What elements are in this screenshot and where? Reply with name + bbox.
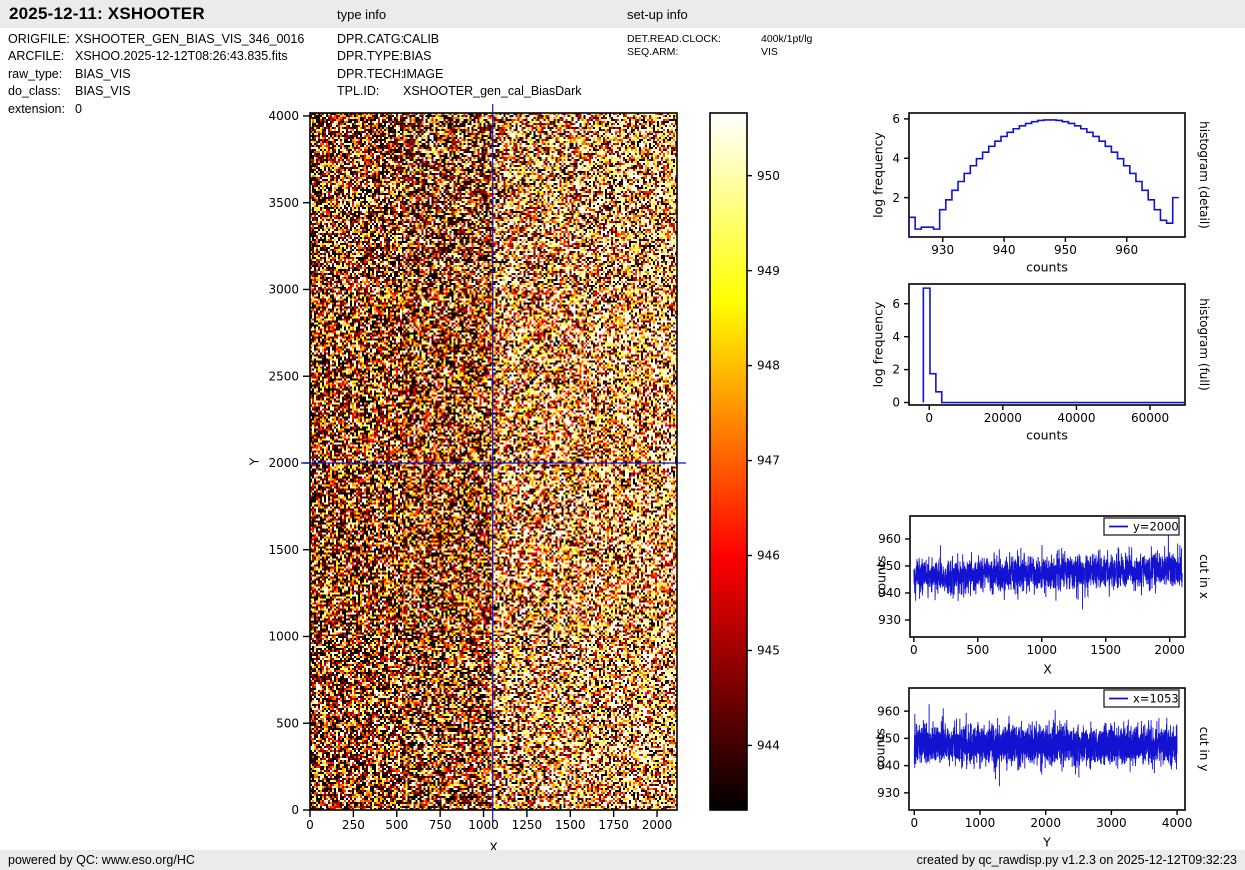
info-value: BIAS_VIS <box>75 84 131 99</box>
info-value: BIAS <box>403 49 432 64</box>
info-value: XSHOOTER_gen_cal_BiasDark <box>403 84 582 99</box>
info-row: SEQ.ARM: VIS <box>627 46 812 59</box>
info-label: DPR.TECH: <box>337 66 405 81</box>
info-value: IMAGE <box>403 66 444 81</box>
info-label: DPR.TYPE: <box>337 49 403 64</box>
info-row: ORIGFILE: XSHOOTER_GEN_BIAS_VIS_346_0016 <box>8 31 304 48</box>
info-label: do_class: <box>8 84 61 99</box>
info-row: do_class: BIAS_VIS <box>8 83 304 100</box>
info-row: DPR.TECH:IMAGE <box>337 66 582 83</box>
info-value: VIS <box>761 45 778 58</box>
footer-bar: powered by QC: www.eso.org/HC created by… <box>0 850 1245 870</box>
footer-created-by: created by qc_rawdisp.py v1.2.3 on 2025-… <box>916 853 1237 867</box>
bias-image-plot <box>230 95 700 860</box>
info-value: BIAS_VIS <box>75 66 131 81</box>
histogram-full-plot <box>860 270 1245 455</box>
info-value: XSHOO.2025-12-12T08:26:43.835.fits <box>75 49 288 64</box>
info-label: ORIGFILE: <box>8 32 70 46</box>
histogram-detail-plot <box>860 95 1245 285</box>
type-info-heading: type info <box>337 7 387 22</box>
info-row: TPL.ID: XSHOOTER_gen_cal_BiasDark <box>337 83 582 100</box>
setup-info-block: DET.READ.CLOCK: 400k/1pt/lg SEQ.ARM: VIS <box>627 33 812 59</box>
info-row: raw_type: BIAS_VIS <box>8 66 304 83</box>
footer-credit-qc: powered by QC: www.eso.org/HC <box>8 853 195 867</box>
type-info-block: DPR.CATG:CALIB DPR.TYPE:BIAS DPR.TECH:IM… <box>337 31 582 101</box>
info-value: 0 <box>75 101 82 116</box>
info-label: ARCFILE: <box>8 49 65 64</box>
info-label: extension: <box>8 101 65 116</box>
setup-info-heading: set-up info <box>627 7 688 22</box>
info-row: extension: 0 <box>8 101 304 118</box>
info-row: DET.READ.CLOCK: 400k/1pt/lg <box>627 33 812 46</box>
info-label: TPL.ID: <box>337 84 380 99</box>
info-value: 400k/1pt/lg <box>761 33 813 45</box>
header-bar: 2025-12-11: XSHOOTER type info set-up in… <box>0 0 1245 28</box>
info-label: SEQ.ARM: <box>627 45 679 58</box>
cut-in-y-plot <box>860 672 1245 862</box>
cut-in-x-plot <box>860 500 1245 685</box>
file-info-block: ORIGFILE: XSHOOTER_GEN_BIAS_VIS_346_0016 … <box>8 31 304 118</box>
info-label: raw_type: <box>8 66 63 81</box>
colorbar <box>700 95 810 835</box>
info-value: XSHOOTER_GEN_BIAS_VIS_346_0016 <box>75 32 305 46</box>
page-title: 2025-12-11: XSHOOTER <box>9 4 205 23</box>
info-label: DET.READ.CLOCK: <box>627 33 721 45</box>
info-row: ARCFILE: XSHOO.2025-12-12T08:26:43.835.fi… <box>8 48 304 65</box>
info-row: DPR.CATG:CALIB <box>337 31 582 48</box>
info-label: DPR.CATG: <box>337 32 405 46</box>
info-value: CALIB <box>403 32 440 46</box>
info-row: DPR.TYPE:BIAS <box>337 48 582 65</box>
